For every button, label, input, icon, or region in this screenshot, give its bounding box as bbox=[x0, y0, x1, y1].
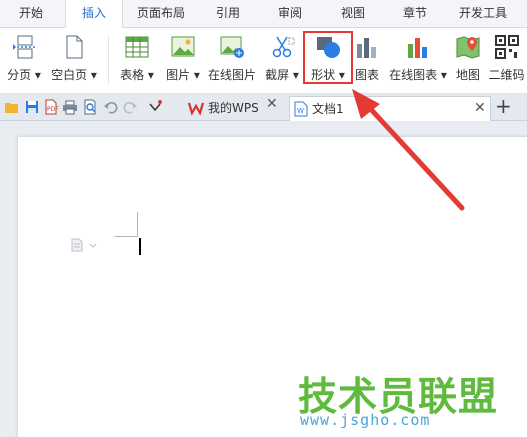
watermark-url: www.jsgho.com bbox=[300, 411, 431, 429]
